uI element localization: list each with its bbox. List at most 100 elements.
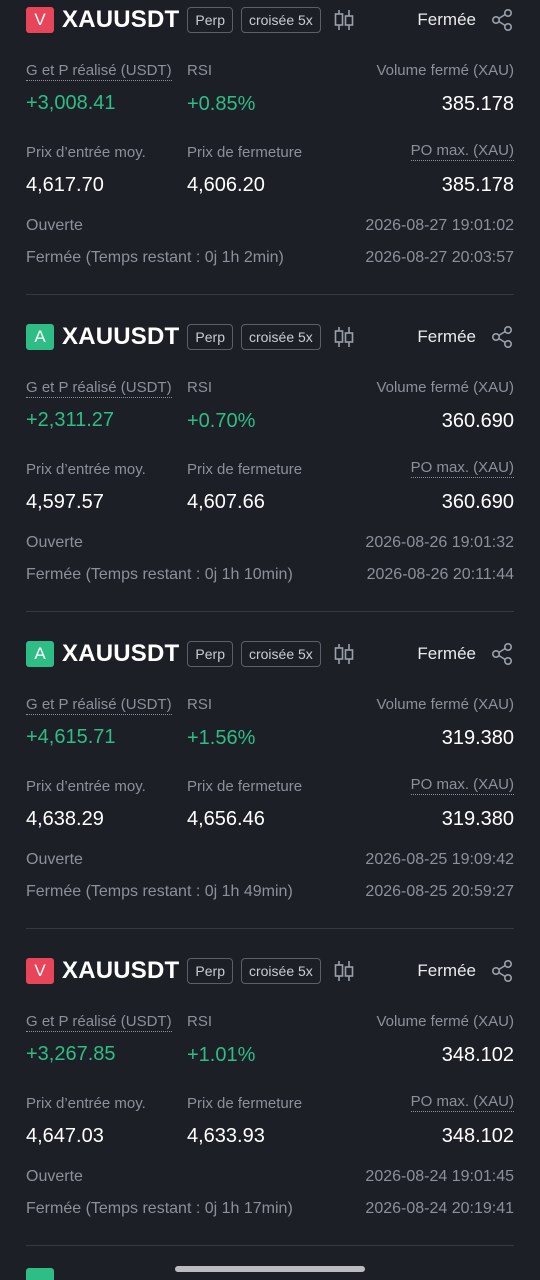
rsi-label: RSI [187,696,213,713]
side-badge: A [26,324,54,350]
closed-volume-label: Volume fermé (XAU) [376,1013,514,1030]
rsi-value: +1.01% [187,1044,256,1066]
candlestick-icon[interactable] [333,959,355,983]
rsi-label: RSI [187,62,213,79]
opened-time: 2026-08-27 19:01:02 [365,217,514,234]
position-card[interactable]: V XAUUSDT Perp croisée 5x Fermée G et P … [0,0,540,317]
margin-tag: croisée 5x [240,641,321,667]
close-price-label: Prix de fermeture [187,1095,303,1112]
side-badge: A [26,641,54,667]
candlestick-icon[interactable] [333,325,355,349]
max-oi-label[interactable]: PO max. (XAU) [410,459,514,478]
divider [26,928,514,929]
position-status: Fermée [417,10,476,29]
opened-label: Ouverte [26,851,83,868]
margin-tag: croisée 5x [240,7,321,33]
opened-label: Ouverte [26,217,83,234]
opened-time: 2026-08-26 19:01:32 [365,534,514,551]
closed-time: 2026-08-27 20:03:57 [365,249,514,266]
rsi-value: +0.85% [187,93,256,115]
share-icon[interactable] [490,959,514,983]
realized-pnl: +2,311.27 [26,409,115,431]
closed-time: 2026-08-24 20:19:41 [365,1200,514,1217]
margin-tag: croisée 5x [240,324,321,350]
opened-time: 2026-08-24 19:01:45 [365,1168,514,1185]
pnl-label[interactable]: G et P réalisé (USDT) [26,696,172,715]
close-price-label: Prix de fermeture [187,778,303,795]
position-card[interactable]: A XAUUSDT Perp croisée 5x Fermée G et P … [0,317,540,634]
close-price-label: Prix de fermeture [187,461,303,478]
entry-price: 4,597.57 [26,491,104,513]
max-oi: 385.178 [441,174,514,196]
rsi-label: RSI [187,379,213,396]
entry-price-label: Prix d’entrée moy. [26,778,146,795]
position-status: Fermée [417,644,476,663]
entry-price-label: Prix d’entrée moy. [26,461,146,478]
candlestick-icon[interactable] [333,8,355,32]
divider [26,1245,514,1246]
share-icon[interactable] [490,8,514,32]
position-header: V XAUUSDT Perp croisée 5x Fermée [26,957,514,985]
max-oi-label[interactable]: PO max. (XAU) [410,142,514,161]
divider [26,294,514,295]
opened-label: Ouverte [26,1168,83,1185]
close-price: 4,606.20 [187,174,265,196]
realized-pnl: +3,008.41 [26,92,116,114]
side-badge: V [26,7,54,33]
margin-tag: croisée 5x [240,958,321,984]
opened-time: 2026-08-25 19:09:42 [365,851,514,868]
close-price-label: Prix de fermeture [187,144,303,161]
position-header: A XAUUSDT Perp croisée 5x Fermée [26,640,514,668]
closed-time: 2026-08-26 20:11:44 [366,566,514,583]
max-oi: 348.102 [441,1125,514,1147]
share-icon[interactable] [490,642,514,666]
position-card[interactable]: V XAUUSDT Perp croisée 5x Fermée G et P … [0,951,540,1268]
entry-price-label: Prix d’entrée moy. [26,1095,146,1112]
closed-label: Fermée (Temps restant : 0j 1h 10min) [26,566,293,583]
max-oi-label[interactable]: PO max. (XAU) [410,1093,514,1112]
home-indicator[interactable] [175,1266,365,1272]
perp-tag: Perp [187,958,233,984]
perp-tag: Perp [187,7,233,33]
entry-price-label: Prix d’entrée moy. [26,144,146,161]
close-price: 4,607.66 [187,491,265,513]
side-badge [26,1268,54,1280]
closed-positions-list: V XAUUSDT Perp croisée 5x Fermée G et P … [0,0,540,1280]
realized-pnl: +4,615.71 [26,726,116,748]
entry-price: 4,638.29 [26,808,104,830]
perp-tag: Perp [187,641,233,667]
closed-volume: 319.380 [441,727,514,749]
closed-label: Fermée (Temps restant : 0j 1h 2min) [26,249,284,266]
max-oi-label[interactable]: PO max. (XAU) [410,776,514,795]
closed-time: 2026-08-25 20:59:27 [365,883,514,900]
max-oi: 360.690 [441,491,514,513]
next-position-card-partial[interactable] [26,1268,54,1280]
pnl-label[interactable]: G et P réalisé (USDT) [26,62,172,81]
closed-label: Fermée (Temps restant : 0j 1h 49min) [26,883,293,900]
closed-volume: 348.102 [441,1044,514,1066]
symbol[interactable]: XAUUSDT [62,640,179,668]
divider [26,611,514,612]
close-price: 4,656.46 [187,808,265,830]
pnl-label[interactable]: G et P réalisé (USDT) [26,1013,172,1032]
closed-volume-label: Volume fermé (XAU) [376,379,514,396]
entry-price: 4,647.03 [26,1125,104,1147]
symbol[interactable]: XAUUSDT [62,323,179,351]
candlestick-icon[interactable] [333,642,355,666]
realized-pnl: +3,267.85 [26,1043,116,1065]
entry-price: 4,617.70 [26,174,104,196]
rsi-label: RSI [187,1013,213,1030]
position-status: Fermée [417,961,476,980]
symbol[interactable]: XAUUSDT [62,957,179,985]
closed-label: Fermée (Temps restant : 0j 1h 17min) [26,1200,293,1217]
closed-volume: 385.178 [441,93,514,115]
position-card[interactable]: A XAUUSDT Perp croisée 5x Fermée G et P … [0,634,540,951]
share-icon[interactable] [490,325,514,349]
closed-volume: 360.690 [441,410,514,432]
max-oi: 319.380 [441,808,514,830]
rsi-value: +0.70% [187,410,256,432]
symbol[interactable]: XAUUSDT [62,6,179,34]
rsi-value: +1.56% [187,727,256,749]
pnl-label[interactable]: G et P réalisé (USDT) [26,379,172,398]
position-status: Fermée [417,327,476,346]
